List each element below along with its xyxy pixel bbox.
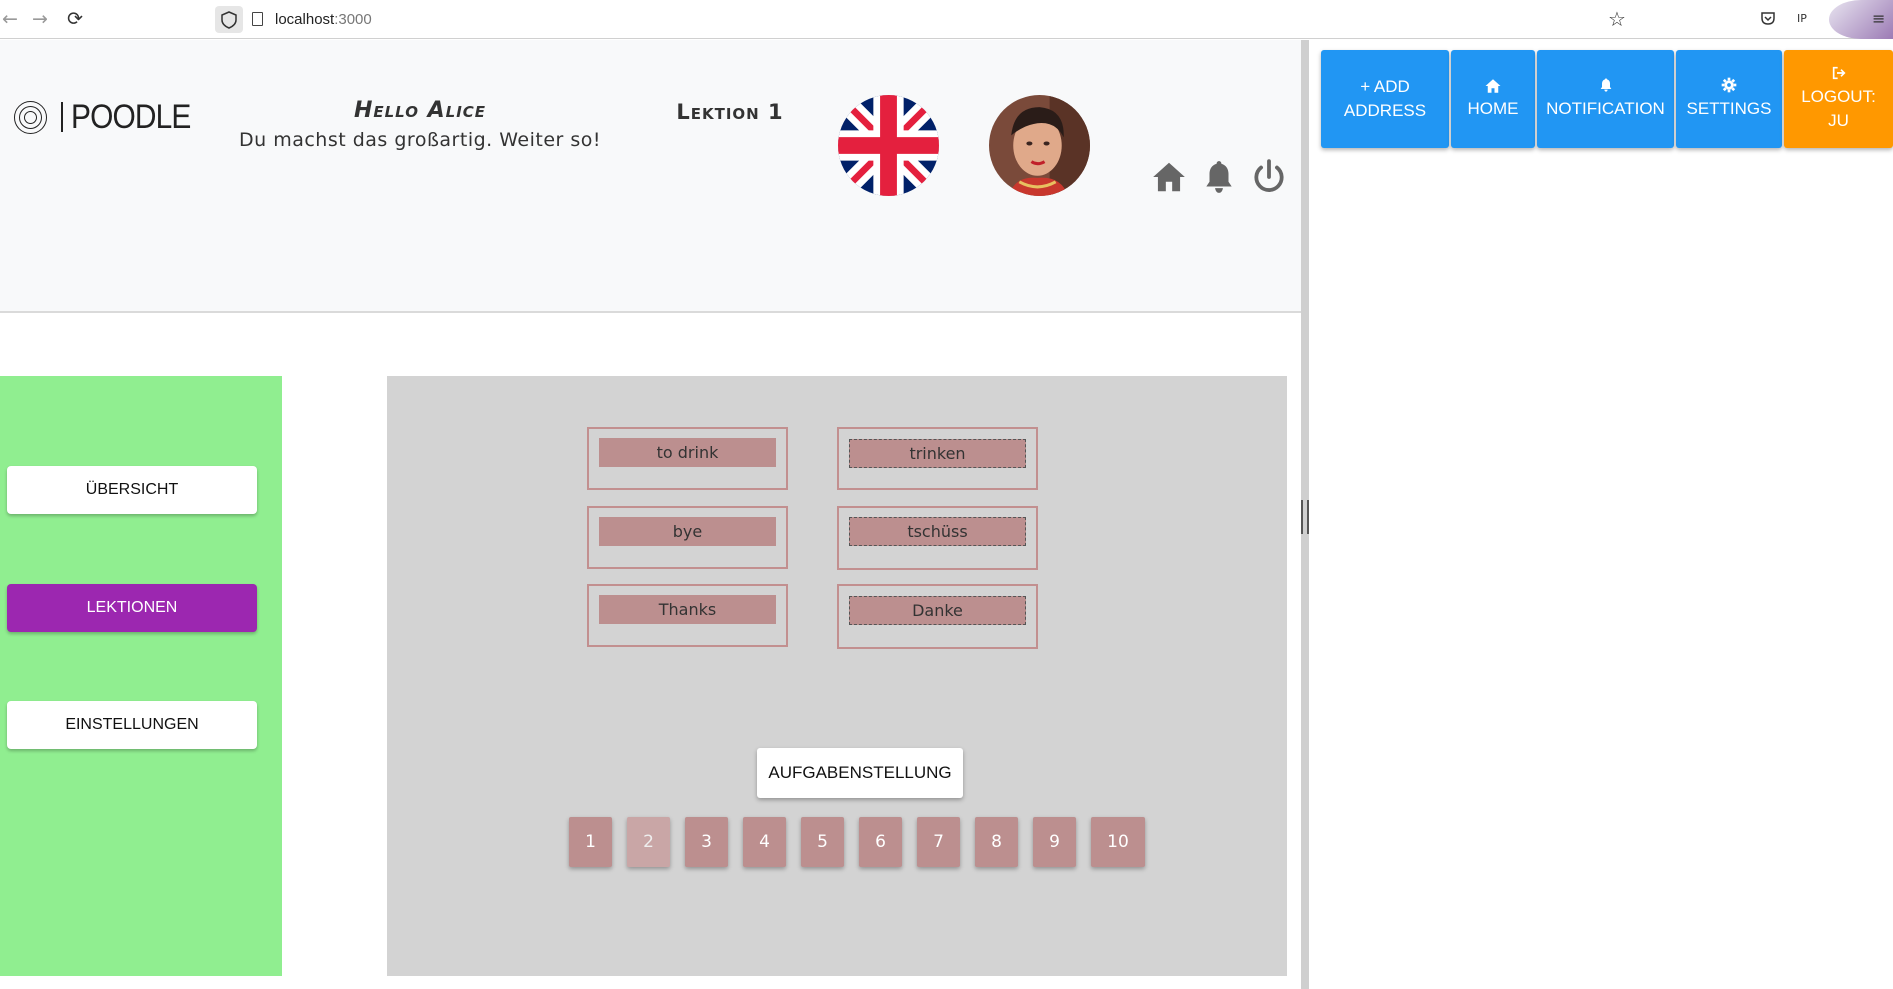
add-address-button[interactable]: + ADD ADDRESS [1321,50,1449,148]
exercise-pagination: 1 2 3 4 5 6 7 8 9 10 [569,817,1160,867]
home-button-label: HOME [1467,99,1519,118]
uk-flag-icon[interactable] [838,95,939,196]
task-description-button[interactable]: AUFGABENSTELLUNG [757,748,963,798]
gear-icon [1721,77,1737,97]
home-icon[interactable] [1150,158,1188,196]
logo[interactable]: POODLE [14,98,206,136]
german-drop-card: tschüss [837,506,1038,570]
pane-splitter[interactable] [1301,40,1309,989]
back-arrow-icon[interactable]: ← [2,9,18,29]
logo-text: POODLE [70,97,191,136]
extension-ip-icon[interactable]: IP [1797,12,1807,25]
logout-button[interactable]: LOGOUT: JU [1784,50,1893,148]
sidebar-item-uebersicht[interactable]: ÜBERSICHT [7,466,257,514]
logout-icon [1831,65,1847,85]
app-pane: POODLE Hello Alice Du machst das großart… [0,40,1301,989]
page-button[interactable]: 6 [859,817,902,867]
power-icon[interactable] [1250,158,1288,196]
german-word[interactable]: Danke [849,596,1026,625]
english-word-card: to drink [587,427,788,490]
forward-arrow-icon[interactable]: → [32,9,48,29]
german-word[interactable]: trinken [849,439,1026,468]
bookmark-star-icon[interactable]: ☆ [1608,7,1626,31]
greeting-title: Hello Alice [353,98,487,123]
german-drop-card: trinken [837,427,1038,490]
add-address-line2: ADDRESS [1343,101,1427,120]
address-bar[interactable]: localhost:3000 [275,11,372,28]
sidebar-item-lektionen[interactable]: LEKTIONEN [7,584,257,632]
page-button[interactable]: 4 [743,817,786,867]
greeting-message: Du machst das großartig. Weiter so! [238,129,602,151]
bell-icon[interactable] [1200,158,1238,196]
home-icon [1484,77,1502,97]
sidebar: ÜBERSICHT LEKTIONEN EINSTELLUNGEN [0,376,282,976]
notification-button[interactable]: NOTIFICATION [1537,50,1674,148]
english-word-card: Thanks [587,584,788,647]
header-icon-group [1150,158,1288,196]
app-header: POODLE Hello Alice Du machst das großart… [0,40,1301,313]
page-button[interactable]: 1 [569,817,612,867]
home-button[interactable]: HOME [1451,50,1535,148]
page-button-current[interactable]: 2 [627,817,670,867]
page-info-icon[interactable] [252,12,263,26]
settings-button[interactable]: SETTINGS [1676,50,1782,148]
settings-button-label: SETTINGS [1686,99,1772,118]
url-port: :3000 [334,11,372,28]
menu-icon[interactable]: ≡ [1872,9,1885,28]
pocket-icon[interactable] [1760,10,1776,30]
url-host: localhost [275,11,335,28]
english-word[interactable]: Thanks [599,595,776,624]
logo-rings-icon [14,100,47,134]
german-drop-card: Danke [837,584,1038,649]
english-word[interactable]: to drink [599,438,776,467]
exercise-panel: to drink bye Thanks trinken tschüss Dank… [387,376,1287,976]
page-button[interactable]: 3 [685,817,728,867]
english-word[interactable]: bye [599,517,776,546]
logout-button-line1: LOGOUT: [1801,87,1876,106]
german-word[interactable]: tschüss [849,517,1026,546]
logo-divider [61,102,63,132]
logout-button-line2: JU [1828,111,1849,130]
greeting-block: Hello Alice Du machst das großartig. Wei… [230,98,610,151]
notification-button-label: NOTIFICATION [1546,99,1665,118]
bell-icon [1598,77,1614,97]
user-avatar[interactable] [989,95,1090,196]
sidebar-item-einstellungen[interactable]: EINSTELLUNGEN [7,701,257,749]
browser-toolbar: ← → ⟳ localhost:3000 ☆ IP ≡ [0,0,1893,39]
add-address-line1: + ADD [1360,77,1410,96]
page-button[interactable]: 5 [801,817,844,867]
page-button[interactable]: 8 [975,817,1018,867]
page-button[interactable]: 10 [1091,817,1145,867]
right-panel: + ADD ADDRESS HOME NOTIFICATION SETTINGS… [1309,40,1893,989]
page-button[interactable]: 7 [917,817,960,867]
tracking-shield-icon[interactable] [215,6,243,33]
splitter-grip-handle[interactable] [1301,500,1309,534]
english-word-card: bye [587,506,788,569]
reload-icon[interactable]: ⟳ [67,9,83,29]
lesson-title: Lektion 1 [676,100,784,124]
page-button[interactable]: 9 [1033,817,1076,867]
